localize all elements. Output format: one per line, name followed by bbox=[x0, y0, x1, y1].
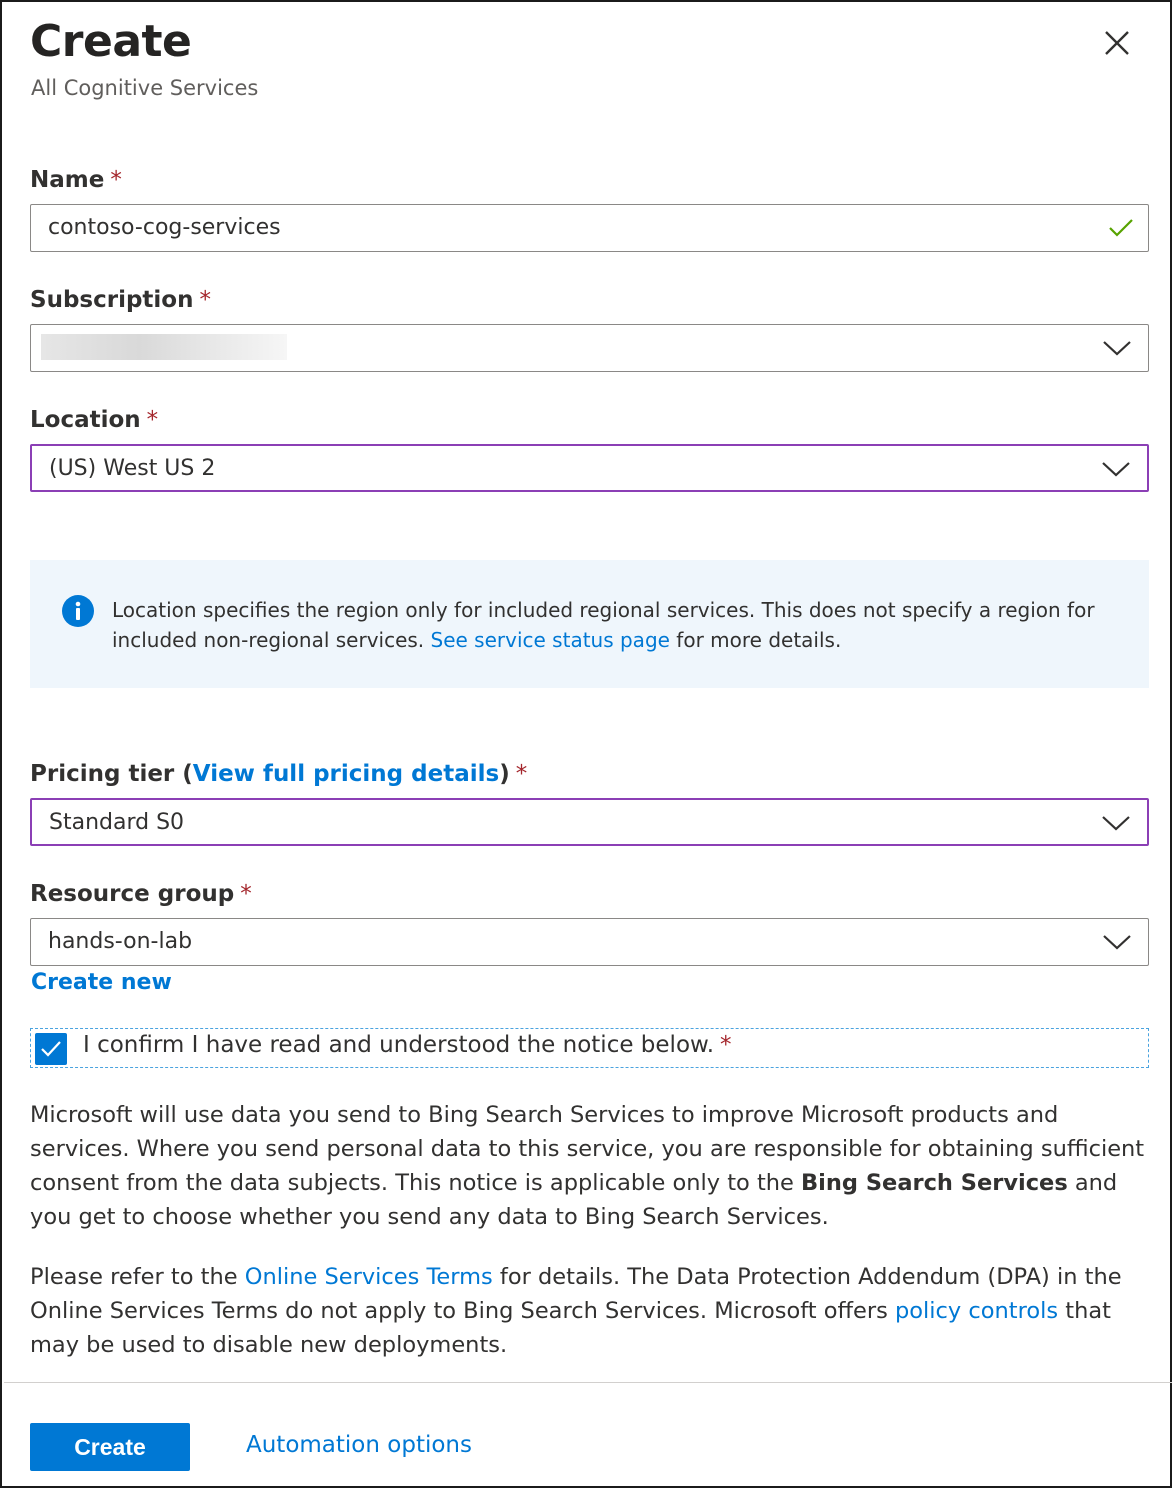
terms-notice-paragraph: Please refer to the Online Services Term… bbox=[30, 1264, 1122, 1358]
required-marker: * bbox=[199, 287, 211, 313]
required-marker: * bbox=[146, 407, 159, 433]
checkmark-icon bbox=[1109, 219, 1133, 237]
info-icon bbox=[62, 595, 94, 627]
chevron-down-icon bbox=[1103, 935, 1131, 950]
pricing-details-link[interactable]: View full pricing details bbox=[193, 761, 499, 787]
resource-group-value: hands-on-lab bbox=[48, 929, 193, 954]
subscription-select[interactable] bbox=[30, 324, 1149, 372]
location-select-value: (US) West US 2 bbox=[49, 456, 216, 481]
required-marker: * bbox=[515, 761, 528, 787]
name-label: Name * bbox=[30, 167, 122, 193]
location-info-box: Location specifies the region only for i… bbox=[30, 560, 1149, 688]
service-status-link[interactable]: See service status page bbox=[431, 628, 670, 652]
location-select[interactable]: (US) West US 2 bbox=[30, 444, 1149, 492]
chevron-down-icon bbox=[1102, 462, 1130, 477]
chevron-down-icon bbox=[1103, 341, 1131, 356]
required-marker: * bbox=[110, 167, 122, 193]
online-services-terms-link[interactable]: Online Services Terms bbox=[245, 1264, 493, 1290]
pricing-tier-value: Standard S0 bbox=[49, 810, 185, 835]
pricing-tier-select[interactable]: Standard S0 bbox=[30, 798, 1149, 846]
create-panel: Create All Cognitive Services Name * cont… bbox=[0, 0, 1172, 1488]
footer-divider bbox=[4, 1382, 1172, 1383]
automation-options-link[interactable]: Automation options bbox=[246, 1432, 472, 1458]
location-label: Location * bbox=[30, 407, 159, 433]
page-title: Create bbox=[30, 16, 192, 67]
required-marker: * bbox=[240, 881, 252, 907]
pricing-tier-label: Pricing tier (View full pricing details)… bbox=[30, 761, 528, 787]
resource-group-label: Resource group * bbox=[30, 881, 252, 907]
subscription-label: Subscription * bbox=[30, 287, 211, 313]
page-subtitle: All Cognitive Services bbox=[31, 76, 259, 100]
bing-search-services-emphasis: Bing Search Services bbox=[801, 1170, 1068, 1196]
info-text: Location specifies the region only for i… bbox=[112, 598, 1095, 652]
confirm-label: I confirm I have read and understood the… bbox=[83, 1032, 732, 1058]
checkmark-icon bbox=[41, 1041, 61, 1057]
create-button[interactable]: Create bbox=[30, 1423, 190, 1471]
close-icon[interactable] bbox=[1100, 26, 1134, 60]
create-new-resource-group-link[interactable]: Create new bbox=[31, 970, 172, 995]
resource-group-select[interactable]: hands-on-lab bbox=[30, 918, 1149, 966]
name-input-value: contoso-cog-services bbox=[48, 215, 281, 240]
required-marker: * bbox=[720, 1032, 732, 1058]
bing-notice-paragraph: Microsoft will use data you send to Bing… bbox=[30, 1102, 1145, 1230]
confirm-notice-checkbox-row[interactable]: I confirm I have read and understood the… bbox=[30, 1028, 1149, 1068]
policy-controls-link[interactable]: policy controls bbox=[895, 1298, 1058, 1324]
name-input[interactable]: contoso-cog-services bbox=[30, 204, 1149, 252]
redacted-subscription-value bbox=[41, 334, 287, 360]
confirm-checkbox[interactable] bbox=[35, 1033, 67, 1065]
chevron-down-icon bbox=[1102, 816, 1130, 831]
